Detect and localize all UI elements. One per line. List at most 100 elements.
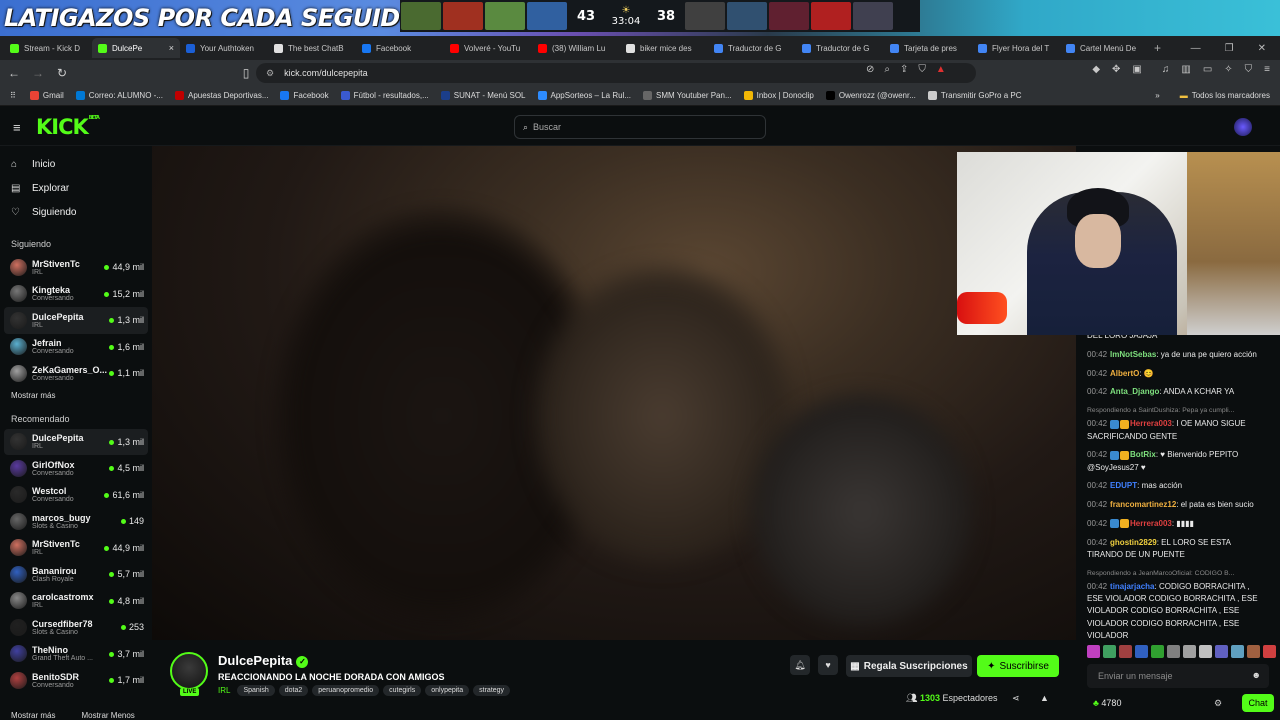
extensions-icon[interactable]: ✥	[1112, 64, 1120, 75]
bookmark-item[interactable]: Owenrozz (@owenr...	[825, 91, 916, 100]
warning-icon[interactable]: ▲	[936, 64, 946, 75]
no-tracking-icon[interactable]: ⊘	[866, 64, 874, 75]
message-user[interactable]: ImNotSebas	[1110, 350, 1156, 359]
emote-icon[interactable]	[1103, 645, 1116, 658]
browser-tab[interactable]: Your Authtoken	[180, 38, 268, 58]
browser-tab[interactable]: Traductor de G	[796, 38, 884, 58]
emote-icon[interactable]	[1087, 645, 1100, 658]
subscribe-button[interactable]: ✦ Suscribirse	[977, 655, 1059, 677]
ai-icon[interactable]: ✧	[1224, 64, 1232, 75]
browser-tab[interactable]: Cartel Menú De	[1060, 38, 1148, 58]
report-icon[interactable]: ▲	[1040, 693, 1049, 703]
sidebar-item-siguiendo[interactable]: ♡ Siguiendo	[0, 200, 152, 224]
browser-tab[interactable]: Flyer Hora del T	[972, 38, 1060, 58]
channel-item[interactable]: GirlOfNox Conversando 4,5 mil	[0, 455, 152, 482]
stream-tag[interactable]: peruanopromedio	[312, 685, 380, 696]
emote-icon[interactable]	[1247, 645, 1260, 658]
channel-item[interactable]: DulcePepita IRL 1,3 mil	[4, 307, 148, 334]
bookmark-item[interactable]: Correo: ALUMNO -...	[75, 91, 163, 100]
bookmark-page-icon[interactable]: ▯	[236, 66, 256, 80]
message-user[interactable]: AlbertO	[1110, 369, 1139, 378]
channel-item[interactable]: Westcol Conversando 61,6 mil	[0, 482, 152, 509]
user-avatar[interactable]	[1234, 118, 1252, 136]
channel-item[interactable]: Bananirou Clash Royale 5,7 mil	[0, 561, 152, 588]
gift-subs-button[interactable]: ▦ Regala Suscripciones	[846, 655, 972, 677]
apps-icon[interactable]: ⠿	[10, 91, 16, 100]
screenshot-icon[interactable]: ▣	[1132, 64, 1141, 75]
sidebar-icon[interactable]: ▥	[1181, 64, 1190, 75]
vpn-icon[interactable]: ⛉	[1245, 64, 1253, 75]
channel-item[interactable]: Cursedfiber78 Slots & Casino 253	[0, 614, 152, 641]
chevron-right-icon[interactable]: »	[1155, 91, 1159, 100]
channel-item[interactable]: MrStivenTc IRL 44,9 mil	[0, 535, 152, 562]
chat-input[interactable]: Enviar un mensaje ☻	[1087, 664, 1269, 688]
emote-icon[interactable]	[1199, 645, 1212, 658]
browser-tab[interactable]: Traductor de G	[708, 38, 796, 58]
channel-points[interactable]: ♣ 4780	[1093, 698, 1121, 708]
bookmark-item[interactable]: Fútbol - resultados,...	[340, 91, 429, 100]
show-more-following[interactable]: Mostrar más	[0, 387, 152, 405]
bookmark-item[interactable]: Inbox | Donoclip	[743, 91, 814, 100]
channel-item[interactable]: BenitoSDR Conversando 1,7 mil	[0, 667, 152, 694]
new-tab-button[interactable]: +	[1154, 41, 1161, 55]
browser-tab[interactable]: DulcePe ×	[92, 38, 180, 58]
minimize-icon[interactable]: —	[1191, 43, 1201, 54]
maximize-icon[interactable]: ❐	[1225, 43, 1234, 54]
kick-logo[interactable]: KICKBETA	[36, 115, 100, 139]
close-window-icon[interactable]: ✕	[1258, 43, 1266, 54]
browser-tab[interactable]: The best ChatB	[268, 38, 356, 58]
browser-tab[interactable]: Tarjeta de pres	[884, 38, 972, 58]
channel-item[interactable]: marcos_bugy Slots & Casino 149	[0, 508, 152, 535]
emote-icon[interactable]	[1231, 645, 1244, 658]
channel-item[interactable]: Kingteka Conversando 15,2 mil	[0, 281, 152, 308]
browser-tab[interactable]: Volveré - YouTu	[444, 38, 532, 58]
stream-tag[interactable]: dota2	[278, 685, 309, 696]
stream-category[interactable]: IRL	[218, 686, 230, 695]
send-chat-button[interactable]: Chat	[1242, 694, 1274, 712]
menu-icon[interactable]: ≡	[1264, 64, 1270, 75]
browser-tab[interactable]: Facebook	[356, 38, 444, 58]
browser-tab[interactable]: biker mice des	[620, 38, 708, 58]
stream-tag[interactable]: cutegirls	[383, 685, 422, 696]
bookmark-item[interactable]: Gmail	[29, 91, 64, 100]
video-player[interactable]	[152, 146, 1076, 640]
bookmark-item[interactable]: Facebook	[280, 91, 329, 100]
show-less-button[interactable]: Mostrar Menos	[81, 711, 134, 720]
channel-item[interactable]: Jefrain Conversando 1,6 mil	[0, 334, 152, 361]
forward-icon[interactable]: →	[28, 66, 48, 80]
sidebar-item-explorar[interactable]: ▤ Explorar	[0, 176, 152, 200]
bookmark-item[interactable]: AppSorteos – La Rul...	[537, 91, 631, 100]
music-icon[interactable]: ♫	[1162, 64, 1170, 75]
follow-button[interactable]: ♥	[818, 655, 838, 675]
channel-item[interactable]: TheNino Grand Theft Auto ... 3,7 mil	[0, 641, 152, 668]
channel-item[interactable]: MrStivenTc IRL 44,9 mil	[0, 254, 152, 281]
notifications-button[interactable]: 🔔︎	[790, 655, 810, 675]
sidebar-item-inicio[interactable]: ⌂ Inicio	[0, 152, 152, 176]
channel-item[interactable]: carolcastromx IRL 4,8 mil	[0, 588, 152, 615]
bookmark-item[interactable]: Transmitir GoPro a PC	[927, 91, 1022, 100]
emoji-icon[interactable]: ☻	[1252, 670, 1261, 680]
share-stream-icon[interactable]: ⋖	[1012, 693, 1020, 704]
emote-icon[interactable]	[1135, 645, 1148, 658]
tab-close-icon[interactable]: ×	[169, 43, 174, 53]
message-user[interactable]: EDUPT	[1110, 481, 1137, 490]
wallet-icon[interactable]: ▭	[1203, 64, 1212, 75]
message-user[interactable]: tinajarjacha	[1110, 582, 1154, 591]
stream-tag[interactable]: strategy	[473, 685, 511, 696]
emote-icon[interactable]	[1119, 645, 1132, 658]
browser-tab[interactable]: Stream - Kick D	[4, 38, 92, 58]
all-bookmarks[interactable]: » ▬ Todos los marcadores	[1155, 91, 1270, 100]
emote-icon[interactable]	[1215, 645, 1228, 658]
bookmark-item[interactable]: Apuestas Deportivas...	[175, 91, 268, 100]
streamer-name[interactable]: DulcePepita ✓	[218, 653, 309, 668]
message-user[interactable]: francomartinez12	[1110, 500, 1176, 509]
message-user[interactable]: ghostin2829	[1110, 538, 1157, 547]
emote-icon[interactable]	[1263, 645, 1276, 658]
message-user[interactable]: Herrera003	[1130, 519, 1172, 528]
stream-tag[interactable]: Spanish	[237, 685, 275, 696]
chat-settings-icon[interactable]: ⚙	[1214, 698, 1222, 709]
stream-tag[interactable]: onlypepita	[425, 685, 470, 696]
shield-icon[interactable]: ⛉	[918, 64, 926, 75]
message-user[interactable]: BotRix	[1130, 450, 1156, 459]
diamond-icon[interactable]: ◆	[1092, 64, 1100, 75]
